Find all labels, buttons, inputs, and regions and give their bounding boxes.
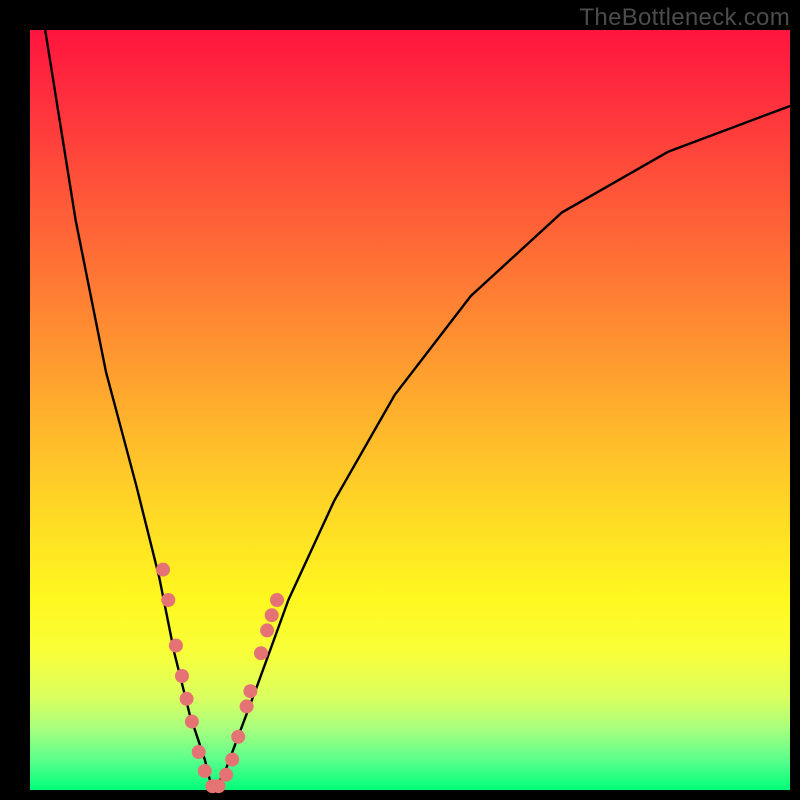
- data-point-marker: [240, 699, 254, 713]
- data-point-marker: [219, 768, 233, 782]
- data-point-marker: [198, 764, 212, 778]
- data-point-marker: [161, 593, 175, 607]
- data-point-marker: [175, 669, 189, 683]
- plot-area: [30, 30, 790, 790]
- data-point-marker: [169, 639, 183, 653]
- data-point-marker: [212, 779, 226, 793]
- curve-svg: [30, 30, 790, 790]
- data-point-marker: [156, 563, 170, 577]
- data-point-marker: [254, 646, 268, 660]
- bottleneck-curve-path: [45, 30, 790, 790]
- data-point-marker: [270, 593, 284, 607]
- data-point-marker: [260, 623, 274, 637]
- data-point-marker: [185, 715, 199, 729]
- data-point-marker: [243, 684, 257, 698]
- watermark-text: TheBottleneck.com: [579, 4, 790, 32]
- data-point-marker: [231, 730, 245, 744]
- data-point-marker: [265, 608, 279, 622]
- data-point-marker: [180, 692, 194, 706]
- data-point-marker: [192, 745, 206, 759]
- data-point-marker: [225, 753, 239, 767]
- marker-group: [156, 563, 284, 794]
- chart-frame: TheBottleneck.com: [0, 0, 800, 800]
